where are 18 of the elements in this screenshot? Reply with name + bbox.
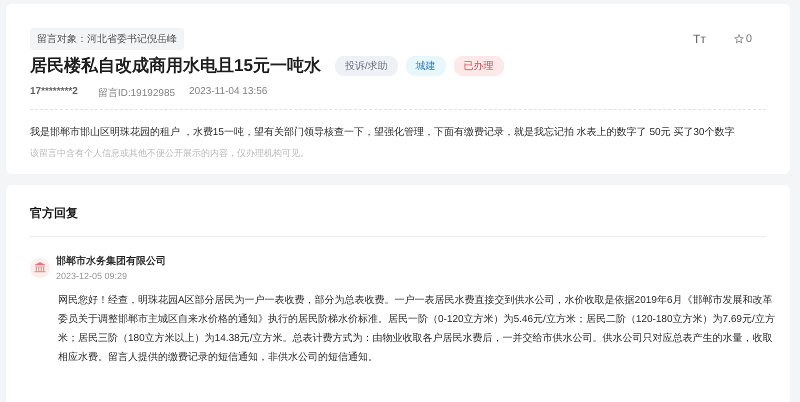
message-time: 2023-11-04 13:56 <box>189 86 268 99</box>
privacy-notice: 该留言中含有个人信息或其他不便公开展示的内容，仅办理机构可见。 <box>30 147 310 160</box>
author-name: 17********2 <box>30 86 78 99</box>
category-tag: 已办理 <box>454 56 504 76</box>
favorite-button[interactable]: 0 <box>734 33 752 45</box>
message-id: 留言ID:19192985 <box>98 86 176 100</box>
reply-body: 网民您好！经查，明珠花园A区部分居民为一户一表收费，部分为总表收费。一户一表居民水费直接交到供水公司，水价收取是依据2019年6月《邯郸市发展和改革委员关于调整邯郸市主城区自来水价格的通知》执行的居民阶梯水价标准。居民一阶（0-120立方米）为5.46元/立方米；居民二阶（120-180立方米）为7.69元/立方米；居民三阶（180立方米以上）为14.38元/立方米。总表计费方式为：由物业收取各户居民水费后，一并交给市供水公司。供水公司只对应总表产生的水量，收取相应水费。留言人提供的缴费记录的短信通知，非供水公司的短信通知。 <box>58 294 776 365</box>
organization-name: 邯郸市水务集团有限公司 <box>56 254 166 268</box>
message-body: 我是邯郸市邯山区明珠花园的租户 ，水费15一吨，望有关部门领导核查一下，望强化管理，下面有缴费记录，就是我忘记拍 水表上的数字了 50元 买了30个数字 <box>30 126 736 139</box>
recipient-label: 留言对象：河北省委书记倪岳峰 <box>30 28 184 50</box>
message-title: 居民楼私自改成商用水电且15元一吨水 <box>30 55 321 77</box>
section-heading: 官方回复 <box>30 205 766 237</box>
star-icon <box>734 34 744 44</box>
category-tag: 投诉/求助 <box>334 56 398 76</box>
category-tag: 城建 <box>406 56 446 76</box>
reply-time: 2023-12-05 09:29 <box>56 271 128 281</box>
font-size-button[interactable]: Tт <box>693 32 706 46</box>
building-icon <box>30 258 50 278</box>
